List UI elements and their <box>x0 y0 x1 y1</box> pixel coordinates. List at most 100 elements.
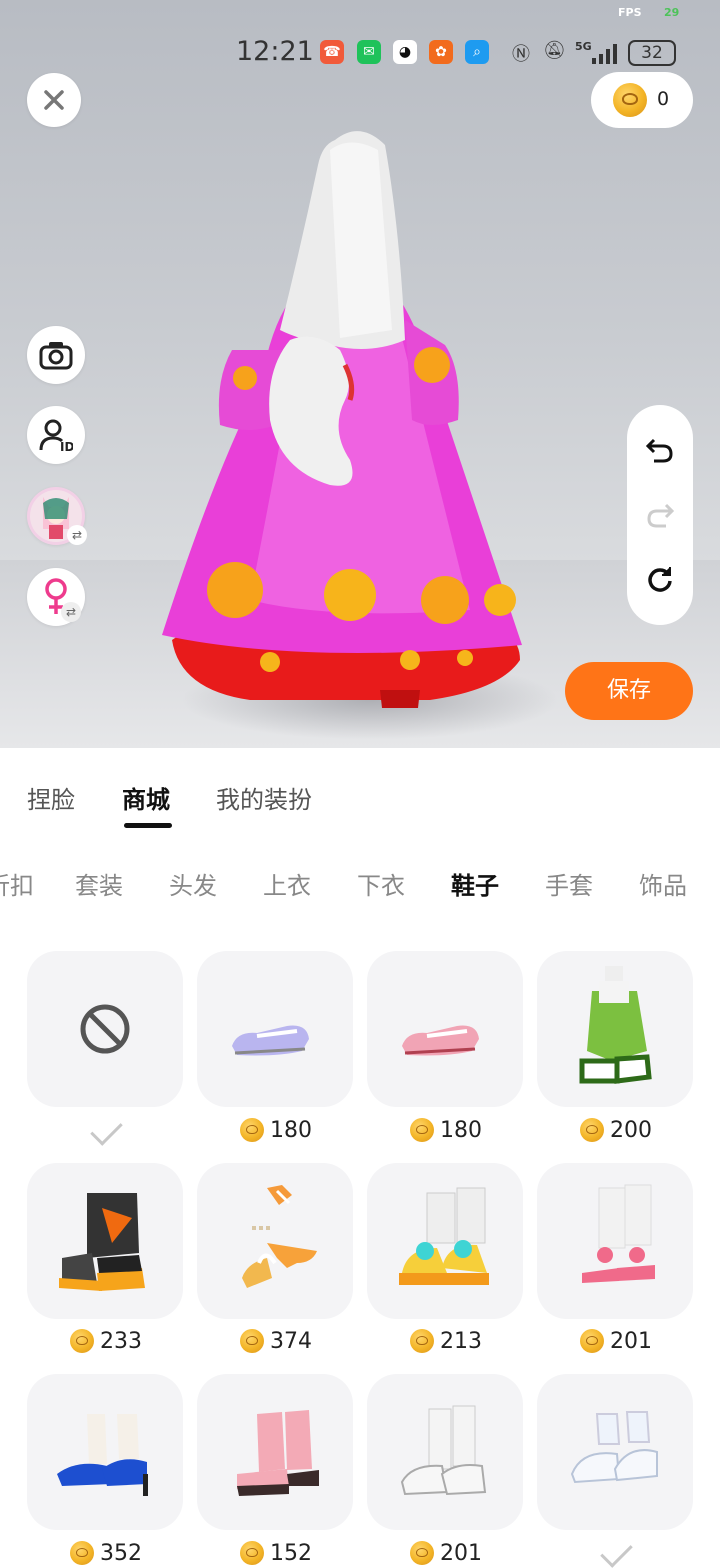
nfc-icon: Ⓝ <box>512 44 530 65</box>
history-panel <box>627 405 693 625</box>
item-price: 352 <box>70 1538 142 1568</box>
battery-indicator: 32 <box>628 40 676 66</box>
shoe-image <box>579 966 652 1084</box>
tab-face[interactable]: 捏脸 <box>27 780 75 815</box>
item-card-none[interactable] <box>27 951 183 1107</box>
shoe-image <box>402 1025 479 1056</box>
signal-icon <box>592 44 617 64</box>
coin-icon <box>410 1329 434 1353</box>
item-price: 374 <box>240 1326 312 1356</box>
price-value: 233 <box>100 1328 142 1354</box>
item-card[interactable] <box>197 1374 353 1530</box>
item-price: 180 <box>240 1115 312 1145</box>
price-value: 180 <box>440 1117 482 1143</box>
item-price: 180 <box>410 1115 482 1145</box>
switch-avatar-button[interactable]: ⇄ <box>27 487 87 545</box>
item-card[interactable] <box>27 1374 183 1530</box>
missed-call-icon: ☎ <box>320 40 344 64</box>
coin-icon <box>240 1541 264 1565</box>
boot-image <box>59 1193 145 1291</box>
category-hair[interactable]: 头发 <box>169 866 217 901</box>
undo-icon[interactable] <box>646 437 674 463</box>
status-bar: FPS 29 12:21 ☎ ✉ ◕ ✿ ⌕ Ⓝ 🔕︎ 5G 32 <box>0 0 720 72</box>
item-price: 201 <box>580 1326 652 1356</box>
price-value: 152 <box>270 1540 312 1566</box>
item-price: 200 <box>580 1115 652 1145</box>
category-shoes[interactable]: 鞋子 <box>451 866 499 901</box>
item-card[interactable] <box>27 1163 183 1319</box>
item-card[interactable] <box>197 1163 353 1319</box>
shoe-image <box>232 1025 309 1056</box>
item-card[interactable] <box>537 951 693 1107</box>
mute-icon: 🔕︎ <box>543 40 566 61</box>
coin-icon <box>240 1329 264 1353</box>
price-value: 201 <box>610 1328 652 1354</box>
coin-icon <box>70 1541 94 1565</box>
clock: 12:21 <box>236 36 314 67</box>
coin-icon <box>580 1118 604 1142</box>
item-card[interactable] <box>537 1163 693 1319</box>
main-tabs: 捏脸 商城 我的装扮 <box>0 768 720 838</box>
boot-image <box>237 1410 319 1496</box>
heels-image <box>57 1414 148 1496</box>
tab-store[interactable]: 商城 <box>122 780 170 815</box>
reset-icon[interactable] <box>646 565 674 593</box>
shoe-image <box>570 1411 658 1484</box>
redo-icon[interactable] <box>646 502 674 528</box>
no-item-icon <box>80 1004 130 1054</box>
sneaker-image <box>399 1187 489 1285</box>
close-icon <box>44 90 64 110</box>
app-grid-icon: ✿ <box>429 40 453 64</box>
search-app-icon: ⌕ <box>465 40 489 64</box>
coin-icon <box>410 1118 434 1142</box>
close-button[interactable] <box>27 73 81 127</box>
user-id-icon: ID <box>39 419 73 452</box>
sandal-image <box>242 1185 317 1288</box>
category-tabs: 折扣 套装 头发 上衣 下衣 鞋子 手套 饰品 <box>0 866 720 906</box>
fps-label: FPS <box>618 6 642 19</box>
swap-icon: ⇄ <box>61 602 81 622</box>
coin-icon <box>613 83 647 117</box>
price-value: 213 <box>440 1328 482 1354</box>
camera-button[interactable] <box>27 326 85 384</box>
item-card[interactable] <box>537 1374 693 1530</box>
camera-icon <box>39 342 73 370</box>
category-tops[interactable]: 上衣 <box>263 866 311 901</box>
tab-active-indicator <box>124 823 172 828</box>
category-accessories[interactable]: 饰品 <box>639 866 687 901</box>
price-value: 200 <box>610 1117 652 1143</box>
item-price: 201 <box>410 1538 482 1568</box>
tab-my-outfits[interactable]: 我的装扮 <box>216 780 312 815</box>
price-value: 201 <box>440 1540 482 1566</box>
sneaker-image <box>400 1405 487 1496</box>
coin-balance[interactable]: 0 <box>591 72 693 128</box>
save-button[interactable]: 保存 <box>565 662 693 720</box>
price-value: 180 <box>270 1117 312 1143</box>
price-value: 352 <box>100 1540 142 1566</box>
avatar-id-button[interactable]: ID <box>27 406 85 464</box>
coin-icon <box>410 1541 434 1565</box>
category-gloves[interactable]: 手套 <box>545 866 593 901</box>
coin-balance-value: 0 <box>657 88 670 110</box>
coin-icon <box>240 1118 264 1142</box>
selected-check-icon <box>90 1113 123 1146</box>
item-card[interactable] <box>197 951 353 1107</box>
sandal-image <box>582 1184 655 1283</box>
qq-icon: ◕ <box>393 40 417 64</box>
price-value: 374 <box>270 1328 312 1354</box>
category-sets[interactable]: 套装 <box>75 866 123 901</box>
fps-value: 29 <box>664 6 680 19</box>
coin-icon <box>70 1329 94 1353</box>
category-discount[interactable]: 折扣 <box>0 866 34 901</box>
swap-icon: ⇄ <box>67 525 87 545</box>
item-price: 213 <box>410 1326 482 1356</box>
item-price: 152 <box>240 1538 312 1568</box>
coin-icon <box>580 1329 604 1353</box>
svg-text:ID: ID <box>60 440 73 452</box>
switch-gender-button[interactable]: ⇄ <box>27 568 85 626</box>
item-card[interactable] <box>367 951 523 1107</box>
wechat-icon: ✉ <box>357 40 381 64</box>
item-card[interactable] <box>367 1374 523 1530</box>
item-card[interactable] <box>367 1163 523 1319</box>
category-bottoms[interactable]: 下衣 <box>357 866 405 901</box>
